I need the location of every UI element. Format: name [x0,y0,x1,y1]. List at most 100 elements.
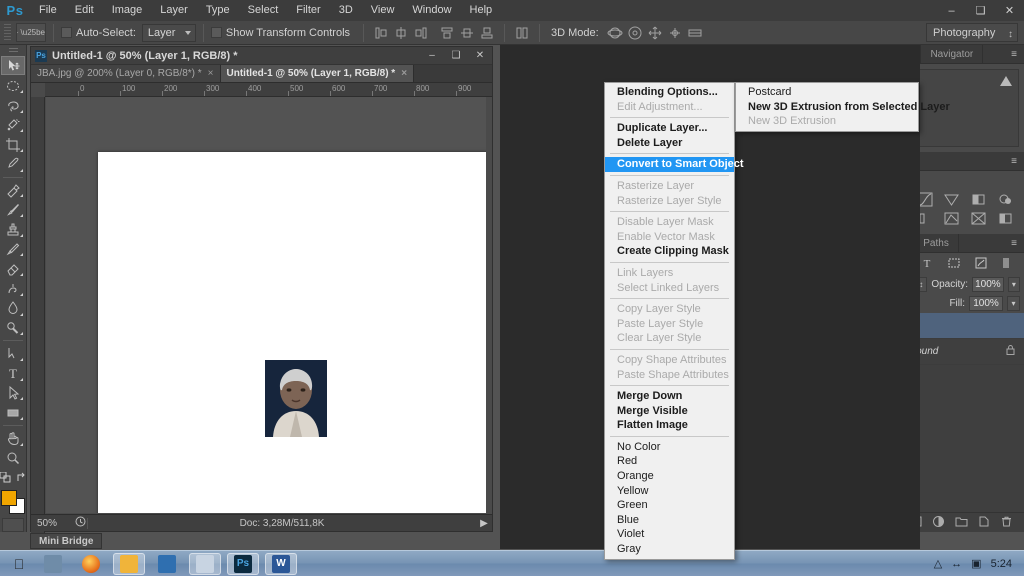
eyedropper-tool[interactable] [1,155,25,174]
auto-select-target-select[interactable]: Layer [142,24,196,42]
minimize-button[interactable]: – [937,0,966,21]
taskbar-item-word[interactable]: W [265,553,297,575]
filter-toggle-icon[interactable] [1001,256,1011,273]
menu-filter[interactable]: Filter [287,0,329,21]
rectangle-tool[interactable] [1,403,25,422]
status-expand-arrow-icon[interactable]: ▶ [476,518,492,529]
toolbox-grip[interactable] [9,48,18,53]
context-menu-item[interactable]: Delete Layer [605,136,734,151]
opacity-value[interactable]: 100% [972,277,1004,292]
menu-layer[interactable]: Layer [151,0,197,21]
workspace-selector[interactable]: Photography [926,23,1018,42]
tray-volume-icon[interactable]: ▣ [971,557,981,570]
filter-smart-object-icon[interactable] [974,256,988,273]
menu-select[interactable]: Select [239,0,288,21]
layer-context-menu[interactable]: Blending Options...Edit Adjustment...Dup… [604,82,735,560]
taskbar-item-explorer[interactable] [37,553,69,575]
opacity-spinner[interactable]: ▾ [1008,277,1020,292]
show-transform-controls-checkbox[interactable] [211,27,222,38]
submenu-item[interactable]: New 3D Extrusion from Selected Layer [736,100,918,115]
tab-navigator[interactable]: Navigator [921,45,983,63]
document-close-button[interactable]: ✕ [468,47,492,64]
context-menu-item[interactable]: Red [605,454,734,469]
move-tool[interactable] [1,56,25,75]
gradient-map-icon[interactable] [993,210,1017,226]
marquee-tool[interactable] [1,76,25,95]
histogram-warning-icon[interactable] [1000,76,1012,86]
horizontal-ruler[interactable]: 01002003004005006007008009001000 [45,83,492,97]
context-menu-item[interactable]: Duplicate Layer... [605,121,734,136]
zoom-tool[interactable] [1,449,25,468]
3d-roll-icon[interactable] [626,24,644,42]
crop-tool[interactable] [1,135,25,154]
quick-selection-tool[interactable] [1,116,25,135]
eraser-tool[interactable] [1,259,25,278]
clone-stamp-tool[interactable] [1,220,25,239]
dodge-tool[interactable] [1,319,25,338]
document-tab-close-icon[interactable]: × [401,68,407,79]
layers-panel-menu-icon[interactable]: ≡ [1004,234,1024,252]
align-right-edges-icon[interactable] [412,24,430,42]
filter-shape-icon[interactable] [947,256,961,273]
context-menu-item[interactable]: Blending Options... [605,85,734,100]
3d-orbit-icon[interactable] [606,24,624,42]
menu-view[interactable]: View [362,0,404,21]
3d-slide-icon[interactable] [666,24,684,42]
context-menu-item[interactable]: Blue [605,513,734,528]
canvas-area[interactable] [46,97,486,513]
context-menu-item[interactable]: Convert to Smart Object [605,157,734,172]
new-layer-icon[interactable] [977,515,990,531]
align-left-edges-icon[interactable] [372,24,390,42]
healing-brush-tool[interactable] [1,181,25,200]
blur-tool[interactable] [1,299,25,318]
document-tab-untitled-1[interactable]: Untitled-1 @ 50% (Layer 1, RGB/8) * × [221,65,415,82]
pen-tool[interactable] [1,344,25,363]
taskbar-item-media-app[interactable] [189,553,221,575]
history-brush-tool[interactable] [1,240,25,259]
tray-network-icon[interactable]: ↔ [951,558,962,570]
menu-file[interactable]: File [30,0,66,21]
taskbar-item-blue-app[interactable] [151,553,183,575]
histogram-panel-menu-icon[interactable]: ≡ [1004,45,1024,63]
path-selection-tool[interactable] [1,384,25,403]
document-tab-close-icon[interactable]: × [208,68,214,79]
context-menu-item[interactable]: Merge Down [605,389,734,404]
document-maximize-button[interactable]: ❑ [444,47,468,64]
tool-preset-picker[interactable]: \u25be [16,23,46,42]
taskbar-item-firefox[interactable] [75,553,107,575]
fill-value[interactable]: 100% [969,296,1003,311]
taskbar-item-photos-app[interactable] [113,553,145,575]
submenu-item[interactable]: Postcard [736,85,918,100]
menu-type[interactable]: Type [197,0,239,21]
context-menu-item[interactable]: Orange [605,469,734,484]
invert-icon[interactable] [967,210,991,226]
context-menu-item[interactable]: Create Clipping Mask [605,244,734,259]
filter-type-icon[interactable]: T [920,256,934,273]
menu-edit[interactable]: Edit [66,0,103,21]
3d-scale-icon[interactable] [686,24,704,42]
brush-tool[interactable] [1,200,25,219]
distribute-icon[interactable] [513,24,531,42]
tray-clock[interactable]: 5:24 [991,558,1012,570]
exposure-icon[interactable] [940,191,964,207]
align-bottom-edges-icon[interactable] [478,24,496,42]
new-adjustment-layer-icon[interactable] [932,515,945,531]
context-menu-item[interactable]: Green [605,498,734,513]
close-button[interactable]: ✕ [995,0,1024,21]
delete-layer-icon[interactable] [1000,515,1013,531]
menu-window[interactable]: Window [403,0,460,21]
tab-paths[interactable]: Paths [914,234,959,252]
type-tool[interactable]: T [1,364,25,383]
layer-1-photo[interactable] [265,360,327,437]
fill-spinner[interactable]: ▾ [1007,296,1020,311]
default-colors-icon[interactable] [0,472,11,486]
new-3d-submenu[interactable]: PostcardNew 3D Extrusion from Selected L… [735,82,919,132]
channel-mixer-icon[interactable] [940,210,964,226]
auto-select-checkbox[interactable] [61,27,72,38]
mini-bridge-tab[interactable]: Mini Bridge [30,533,102,549]
hand-tool[interactable] [1,429,25,448]
menu-3d[interactable]: 3D [330,0,362,21]
gradient-tool[interactable] [1,279,25,298]
apple-menu-icon[interactable]:  [4,556,34,572]
context-menu-item[interactable]: Merge Visible [605,404,734,419]
